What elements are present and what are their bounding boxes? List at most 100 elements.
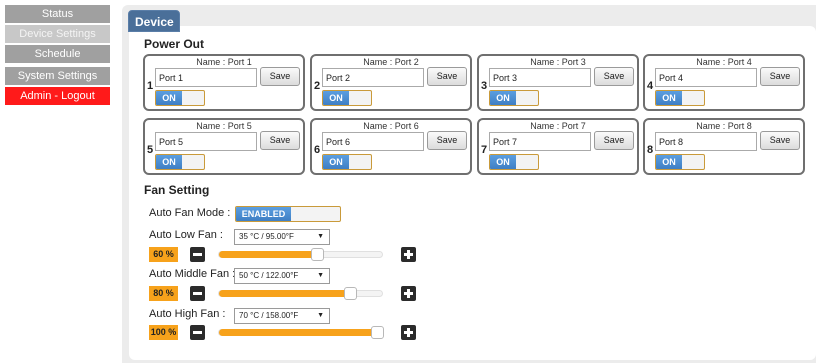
port-power-state: ON: [323, 91, 349, 105]
decrease-button[interactable]: [190, 247, 205, 262]
sidebar-item-schedule[interactable]: Schedule: [5, 45, 110, 63]
save-button[interactable]: Save: [260, 67, 300, 86]
chevron-down-icon: ▼: [317, 272, 324, 279]
save-button[interactable]: Save: [594, 131, 634, 150]
sidebar-item-system-settings[interactable]: System Settings: [5, 67, 110, 85]
port-power-toggle[interactable]: ON: [322, 154, 372, 170]
save-button[interactable]: Save: [760, 67, 800, 86]
port-power-toggle[interactable]: ON: [655, 90, 705, 106]
port-number: 2: [314, 80, 321, 92]
fan-row-label: Auto Low Fan :: [149, 229, 223, 241]
plus-icon: [407, 289, 410, 298]
fan-percent-badge: 60 %: [149, 247, 178, 262]
auto-fan-mode-label: Auto Fan Mode :: [149, 207, 231, 219]
port-box: Name : Port 5 5 Save ON: [143, 118, 305, 175]
port-name-label: Name : Port 5: [196, 121, 252, 131]
port-name-label: Name : Port 6: [363, 121, 419, 131]
fan-temp-value: 50 °C / 122.00°F: [239, 271, 299, 280]
port-name-input[interactable]: [155, 132, 257, 151]
save-button[interactable]: Save: [260, 131, 300, 150]
minus-icon: [193, 331, 202, 334]
fan-temp-select[interactable]: 70 °C / 158.00°F ▼: [234, 308, 330, 324]
port-name-label: Name : Port 4: [696, 57, 752, 67]
port-box: Name : Port 2 2 Save ON: [310, 54, 472, 111]
port-power-toggle[interactable]: ON: [155, 90, 205, 106]
port-power-state: ON: [656, 91, 682, 105]
slider-thumb[interactable]: [311, 248, 324, 261]
port-number: 3: [481, 80, 488, 92]
port-name-input[interactable]: [489, 68, 591, 87]
port-power-toggle[interactable]: ON: [322, 90, 372, 106]
fan-setting-title: Fan Setting: [144, 183, 210, 197]
decrease-button[interactable]: [190, 286, 205, 301]
increase-button[interactable]: [401, 325, 416, 340]
port-name-input[interactable]: [655, 132, 757, 151]
port-name-label: Name : Port 8: [696, 121, 752, 131]
minus-icon: [193, 292, 202, 295]
sidebar-item-status[interactable]: Status: [5, 5, 110, 23]
power-out-title: Power Out: [144, 37, 205, 51]
chevron-down-icon: ▼: [317, 233, 324, 240]
port-power-state: ON: [156, 155, 182, 169]
fan-row-label: Auto High Fan :: [149, 308, 226, 320]
sidebar-item-admin-logout[interactable]: Admin - Logout: [5, 87, 110, 105]
port-power-state: ON: [656, 155, 682, 169]
increase-button[interactable]: [401, 286, 416, 301]
port-name-input[interactable]: [489, 132, 591, 151]
fan-speed-slider[interactable]: [218, 248, 383, 261]
port-power-state: ON: [323, 155, 349, 169]
fan-percent-badge: 80 %: [149, 286, 178, 301]
fan-speed-slider[interactable]: [218, 326, 384, 339]
port-box: Name : Port 8 8 Save ON: [643, 118, 805, 175]
port-number: 7: [481, 144, 488, 156]
fan-temp-select[interactable]: 50 °C / 122.00°F ▼: [234, 268, 330, 284]
port-name-input[interactable]: [155, 68, 257, 87]
port-power-state: ON: [156, 91, 182, 105]
port-number: 1: [147, 80, 154, 92]
fan-row-label: Auto Middle Fan :: [149, 268, 236, 280]
port-box: Name : Port 6 6 Save ON: [310, 118, 472, 175]
port-number: 8: [647, 144, 654, 156]
slider-fill: [219, 329, 384, 336]
port-number: 5: [147, 144, 154, 156]
port-power-state: ON: [490, 91, 516, 105]
plus-icon: [407, 328, 410, 337]
save-button[interactable]: Save: [427, 67, 467, 86]
sidebar: Status Device Settings Schedule System S…: [0, 0, 110, 363]
port-name-label: Name : Port 2: [363, 57, 419, 67]
port-power-toggle[interactable]: ON: [489, 154, 539, 170]
sidebar-item-device-settings[interactable]: Device Settings: [5, 25, 110, 43]
fan-percent-badge: 100 %: [149, 325, 178, 340]
fan-speed-slider[interactable]: [218, 287, 383, 300]
port-box: Name : Port 3 3 Save ON: [477, 54, 639, 111]
increase-button[interactable]: [401, 247, 416, 262]
save-button[interactable]: Save: [427, 131, 467, 150]
save-button[interactable]: Save: [594, 67, 634, 86]
fan-temp-value: 70 °C / 158.00°F: [239, 311, 299, 320]
auto-fan-mode-state: ENABLED: [236, 207, 291, 221]
port-power-toggle[interactable]: ON: [489, 90, 539, 106]
fan-temp-value: 35 °C / 95.00°F: [239, 232, 294, 241]
minus-icon: [193, 253, 202, 256]
slider-thumb[interactable]: [371, 326, 384, 339]
port-number: 6: [314, 144, 321, 156]
auto-fan-mode-toggle[interactable]: ENABLED: [235, 206, 341, 222]
port-name-input[interactable]: [322, 68, 424, 87]
port-power-toggle[interactable]: ON: [155, 154, 205, 170]
port-box: Name : Port 7 7 Save ON: [477, 118, 639, 175]
port-power-toggle[interactable]: ON: [655, 154, 705, 170]
fan-temp-select[interactable]: 35 °C / 95.00°F ▼: [234, 229, 330, 245]
decrease-button[interactable]: [190, 325, 205, 340]
chevron-down-icon: ▼: [317, 312, 324, 319]
port-name-label: Name : Port 3: [530, 57, 586, 67]
port-power-state: ON: [490, 155, 516, 169]
slider-fill: [219, 290, 351, 297]
port-name-label: Name : Port 1: [196, 57, 252, 67]
slider-thumb[interactable]: [344, 287, 357, 300]
port-name-input[interactable]: [322, 132, 424, 151]
port-name-input[interactable]: [655, 68, 757, 87]
slider-fill: [219, 251, 318, 258]
port-box: Name : Port 1 1 Save ON: [143, 54, 305, 111]
save-button[interactable]: Save: [760, 131, 800, 150]
tab-device[interactable]: Device: [128, 10, 180, 32]
